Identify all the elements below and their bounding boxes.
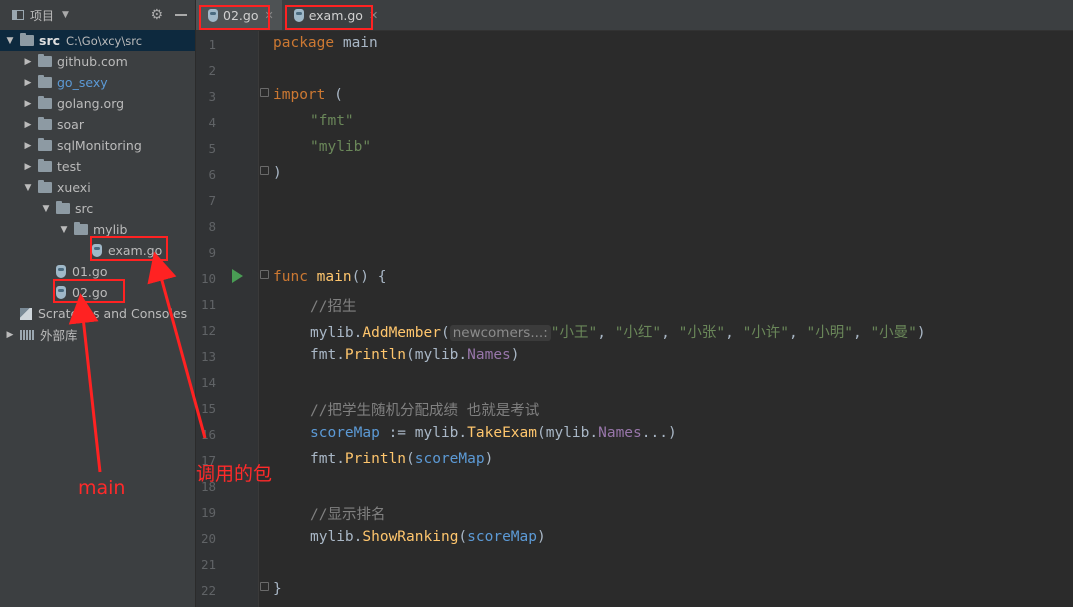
arrow-to-exam-file xyxy=(147,251,207,439)
annotation-label-main: main xyxy=(78,477,126,499)
arrow-to-02-file xyxy=(68,293,102,473)
annotation-arrows xyxy=(68,251,207,473)
annotation-label-package: 调用的包 xyxy=(196,463,273,485)
